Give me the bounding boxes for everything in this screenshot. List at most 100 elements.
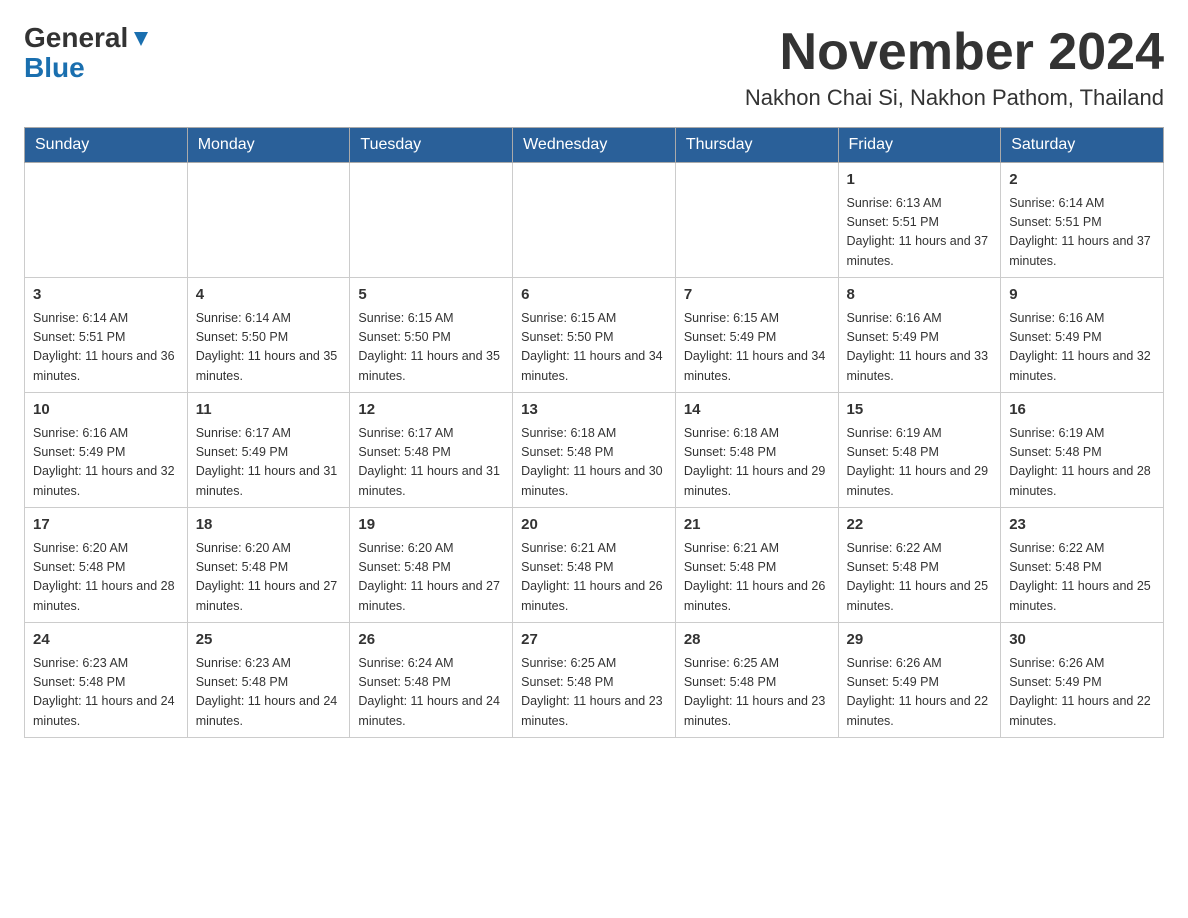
day-info: Sunrise: 6:16 AMSunset: 5:49 PMDaylight:… (847, 309, 993, 387)
day-info: Sunrise: 6:17 AMSunset: 5:49 PMDaylight:… (196, 424, 342, 502)
day-info: Sunrise: 6:15 AMSunset: 5:49 PMDaylight:… (684, 309, 830, 387)
calendar-cell: 13Sunrise: 6:18 AMSunset: 5:48 PMDayligh… (513, 393, 676, 508)
week-row-1: 1Sunrise: 6:13 AMSunset: 5:51 PMDaylight… (25, 163, 1164, 278)
day-info: Sunrise: 6:26 AMSunset: 5:49 PMDaylight:… (1009, 654, 1155, 732)
calendar-cell: 30Sunrise: 6:26 AMSunset: 5:49 PMDayligh… (1001, 623, 1164, 738)
day-info: Sunrise: 6:21 AMSunset: 5:48 PMDaylight:… (521, 539, 667, 617)
week-row-5: 24Sunrise: 6:23 AMSunset: 5:48 PMDayligh… (25, 623, 1164, 738)
day-number: 29 (847, 629, 993, 652)
title-block: November 2024 Nakhon Chai Si, Nakhon Pat… (745, 24, 1164, 111)
day-number: 13 (521, 399, 667, 422)
day-info: Sunrise: 6:25 AMSunset: 5:48 PMDaylight:… (684, 654, 830, 732)
day-info: Sunrise: 6:25 AMSunset: 5:48 PMDaylight:… (521, 654, 667, 732)
day-info: Sunrise: 6:21 AMSunset: 5:48 PMDaylight:… (684, 539, 830, 617)
day-number: 16 (1009, 399, 1155, 422)
week-row-4: 17Sunrise: 6:20 AMSunset: 5:48 PMDayligh… (25, 508, 1164, 623)
day-info: Sunrise: 6:23 AMSunset: 5:48 PMDaylight:… (33, 654, 179, 732)
weekday-header-tuesday: Tuesday (350, 128, 513, 163)
calendar-cell: 17Sunrise: 6:20 AMSunset: 5:48 PMDayligh… (25, 508, 188, 623)
calendar-cell: 24Sunrise: 6:23 AMSunset: 5:48 PMDayligh… (25, 623, 188, 738)
calendar-cell: 5Sunrise: 6:15 AMSunset: 5:50 PMDaylight… (350, 278, 513, 393)
day-number: 24 (33, 629, 179, 652)
calendar-cell: 15Sunrise: 6:19 AMSunset: 5:48 PMDayligh… (838, 393, 1001, 508)
calendar-cell: 3Sunrise: 6:14 AMSunset: 5:51 PMDaylight… (25, 278, 188, 393)
day-number: 12 (358, 399, 504, 422)
calendar-cell: 21Sunrise: 6:21 AMSunset: 5:48 PMDayligh… (675, 508, 838, 623)
calendar-cell: 26Sunrise: 6:24 AMSunset: 5:48 PMDayligh… (350, 623, 513, 738)
calendar-cell: 19Sunrise: 6:20 AMSunset: 5:48 PMDayligh… (350, 508, 513, 623)
weekday-header-row: SundayMondayTuesdayWednesdayThursdayFrid… (25, 128, 1164, 163)
day-number: 3 (33, 284, 179, 307)
calendar-cell (350, 163, 513, 278)
month-title: November 2024 (745, 24, 1164, 81)
day-info: Sunrise: 6:20 AMSunset: 5:48 PMDaylight:… (358, 539, 504, 617)
calendar-cell: 28Sunrise: 6:25 AMSunset: 5:48 PMDayligh… (675, 623, 838, 738)
day-info: Sunrise: 6:16 AMSunset: 5:49 PMDaylight:… (33, 424, 179, 502)
day-number: 28 (684, 629, 830, 652)
day-number: 18 (196, 514, 342, 537)
day-number: 10 (33, 399, 179, 422)
calendar-cell: 2Sunrise: 6:14 AMSunset: 5:51 PMDaylight… (1001, 163, 1164, 278)
page-header: General Blue November 2024 Nakhon Chai S… (24, 24, 1164, 111)
day-info: Sunrise: 6:23 AMSunset: 5:48 PMDaylight:… (196, 654, 342, 732)
day-number: 4 (196, 284, 342, 307)
day-info: Sunrise: 6:14 AMSunset: 5:51 PMDaylight:… (33, 309, 179, 387)
day-info: Sunrise: 6:20 AMSunset: 5:48 PMDaylight:… (33, 539, 179, 617)
calendar-cell: 20Sunrise: 6:21 AMSunset: 5:48 PMDayligh… (513, 508, 676, 623)
calendar-cell: 7Sunrise: 6:15 AMSunset: 5:49 PMDaylight… (675, 278, 838, 393)
week-row-3: 10Sunrise: 6:16 AMSunset: 5:49 PMDayligh… (25, 393, 1164, 508)
day-number: 5 (358, 284, 504, 307)
day-number: 17 (33, 514, 179, 537)
day-number: 1 (847, 169, 993, 192)
calendar-cell: 1Sunrise: 6:13 AMSunset: 5:51 PMDaylight… (838, 163, 1001, 278)
day-info: Sunrise: 6:16 AMSunset: 5:49 PMDaylight:… (1009, 309, 1155, 387)
weekday-header-sunday: Sunday (25, 128, 188, 163)
week-row-2: 3Sunrise: 6:14 AMSunset: 5:51 PMDaylight… (25, 278, 1164, 393)
day-number: 11 (196, 399, 342, 422)
calendar-table: SundayMondayTuesdayWednesdayThursdayFrid… (24, 127, 1164, 738)
day-info: Sunrise: 6:20 AMSunset: 5:48 PMDaylight:… (196, 539, 342, 617)
calendar-cell: 10Sunrise: 6:16 AMSunset: 5:49 PMDayligh… (25, 393, 188, 508)
weekday-header-friday: Friday (838, 128, 1001, 163)
logo-blue: Blue (24, 52, 85, 84)
day-info: Sunrise: 6:18 AMSunset: 5:48 PMDaylight:… (521, 424, 667, 502)
calendar-cell (513, 163, 676, 278)
day-info: Sunrise: 6:19 AMSunset: 5:48 PMDaylight:… (847, 424, 993, 502)
calendar-cell: 27Sunrise: 6:25 AMSunset: 5:48 PMDayligh… (513, 623, 676, 738)
calendar-cell: 23Sunrise: 6:22 AMSunset: 5:48 PMDayligh… (1001, 508, 1164, 623)
day-number: 7 (684, 284, 830, 307)
calendar-cell: 29Sunrise: 6:26 AMSunset: 5:49 PMDayligh… (838, 623, 1001, 738)
calendar-cell: 25Sunrise: 6:23 AMSunset: 5:48 PMDayligh… (187, 623, 350, 738)
day-number: 2 (1009, 169, 1155, 192)
day-number: 8 (847, 284, 993, 307)
calendar-cell (187, 163, 350, 278)
day-number: 6 (521, 284, 667, 307)
day-info: Sunrise: 6:14 AMSunset: 5:50 PMDaylight:… (196, 309, 342, 387)
day-number: 15 (847, 399, 993, 422)
calendar-cell: 11Sunrise: 6:17 AMSunset: 5:49 PMDayligh… (187, 393, 350, 508)
calendar-cell: 9Sunrise: 6:16 AMSunset: 5:49 PMDaylight… (1001, 278, 1164, 393)
weekday-header-monday: Monday (187, 128, 350, 163)
day-number: 23 (1009, 514, 1155, 537)
day-info: Sunrise: 6:24 AMSunset: 5:48 PMDaylight:… (358, 654, 504, 732)
calendar-cell: 18Sunrise: 6:20 AMSunset: 5:48 PMDayligh… (187, 508, 350, 623)
day-number: 21 (684, 514, 830, 537)
day-info: Sunrise: 6:22 AMSunset: 5:48 PMDaylight:… (847, 539, 993, 617)
day-info: Sunrise: 6:18 AMSunset: 5:48 PMDaylight:… (684, 424, 830, 502)
day-info: Sunrise: 6:14 AMSunset: 5:51 PMDaylight:… (1009, 194, 1155, 272)
day-info: Sunrise: 6:22 AMSunset: 5:48 PMDaylight:… (1009, 539, 1155, 617)
day-number: 20 (521, 514, 667, 537)
logo-general: General (24, 24, 128, 52)
calendar-cell: 6Sunrise: 6:15 AMSunset: 5:50 PMDaylight… (513, 278, 676, 393)
day-info: Sunrise: 6:19 AMSunset: 5:48 PMDaylight:… (1009, 424, 1155, 502)
day-info: Sunrise: 6:15 AMSunset: 5:50 PMDaylight:… (358, 309, 504, 387)
day-number: 30 (1009, 629, 1155, 652)
day-number: 14 (684, 399, 830, 422)
calendar-cell: 12Sunrise: 6:17 AMSunset: 5:48 PMDayligh… (350, 393, 513, 508)
calendar-cell (675, 163, 838, 278)
weekday-header-thursday: Thursday (675, 128, 838, 163)
weekday-header-saturday: Saturday (1001, 128, 1164, 163)
calendar-cell: 22Sunrise: 6:22 AMSunset: 5:48 PMDayligh… (838, 508, 1001, 623)
calendar-cell (25, 163, 188, 278)
logo-arrow-icon (130, 28, 152, 50)
